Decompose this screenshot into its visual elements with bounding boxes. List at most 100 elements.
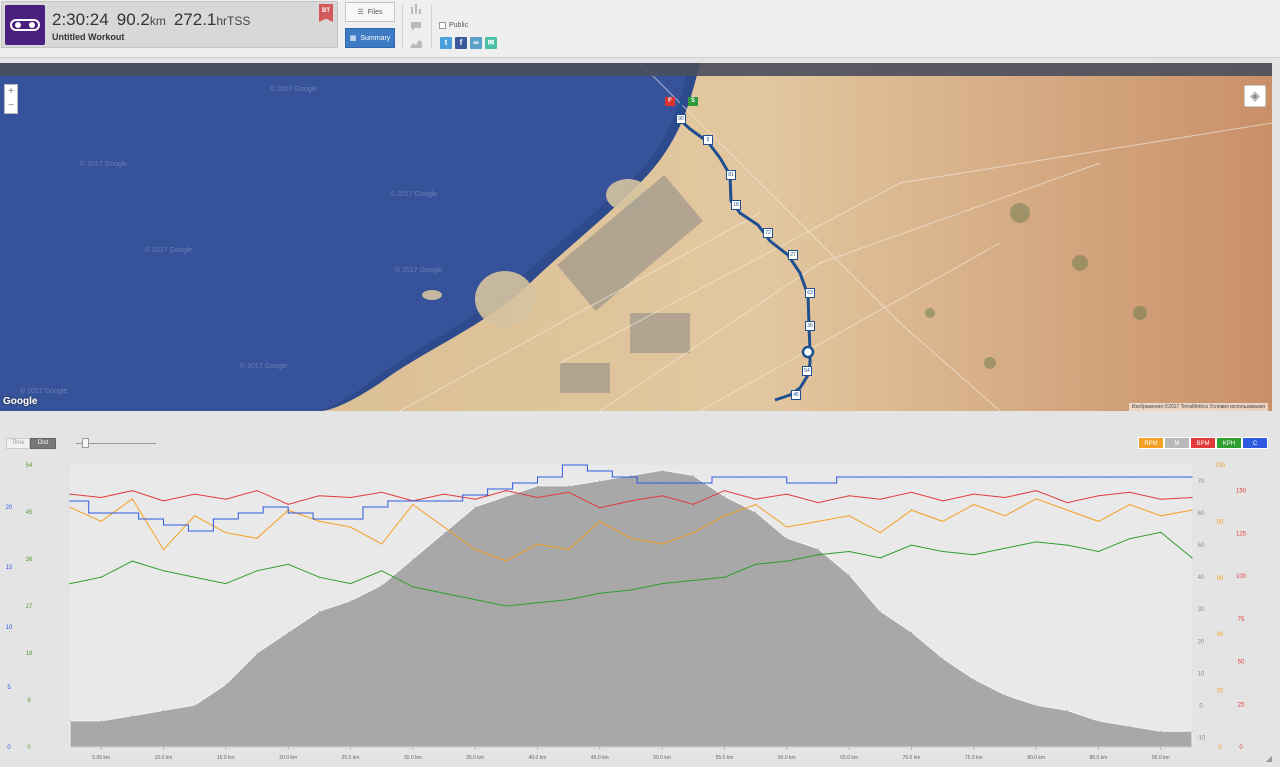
files-button[interactable]: ☰ Files	[345, 2, 395, 22]
data-point-c	[736, 476, 738, 478]
data-point-c	[861, 476, 863, 478]
x-tick-label: 15.0 km	[217, 755, 235, 761]
x-tick-label: 90.0 km	[1152, 755, 1170, 761]
y-tick-label-elevation: 18	[26, 651, 33, 657]
data-point-rpm	[536, 543, 539, 545]
data-point-c	[1110, 476, 1112, 478]
data-point-kph	[318, 576, 320, 578]
y-tick-label-kph: -10	[1197, 735, 1206, 741]
legend-c[interactable]: C	[1242, 437, 1268, 449]
comment-icon[interactable]	[410, 21, 422, 31]
data-point-m	[879, 610, 881, 612]
data-point-bpm	[100, 496, 102, 499]
data-point-c	[88, 512, 90, 514]
data-point-kph	[1191, 557, 1193, 559]
y-tick-label-bpm: 50	[1238, 660, 1245, 666]
data-point-kph	[225, 583, 227, 585]
data-point-rpm	[661, 543, 663, 545]
data-point-bpm	[443, 493, 445, 495]
data-point-rpm	[1129, 503, 1131, 506]
data-point-rpm	[1004, 515, 1006, 517]
public-toggle[interactable]: Public	[439, 22, 468, 29]
km-marker[interactable]: 27	[788, 250, 798, 260]
data-point-bpm	[1035, 490, 1037, 492]
public-checkbox[interactable]	[439, 22, 446, 29]
data-point-kph	[381, 570, 383, 572]
km-marker[interactable]: 45	[791, 390, 801, 400]
zoom-in-icon[interactable]: +	[5, 85, 17, 99]
chart-plot[interactable]: 5.00 km 10.0 km 15.0 km 20.0 km 25.0 km 30.0 …	[0, 455, 1280, 767]
y-tick-label-bpm: 100	[1236, 574, 1247, 580]
data-point-kph	[443, 592, 445, 594]
km-marker[interactable]: 54	[802, 366, 812, 376]
data-point-m	[1097, 720, 1100, 722]
map-attribution[interactable]: Изображения ©2017 TerraMetrics Условия и…	[1128, 403, 1268, 411]
km-marker[interactable]: 36	[805, 321, 815, 331]
data-point-kph	[1066, 544, 1068, 546]
twitter-icon[interactable]: t	[440, 37, 452, 49]
data-point-kph	[630, 589, 632, 591]
resize-grip-icon[interactable]: ◢	[1266, 754, 1272, 763]
data-point-kph	[1004, 547, 1006, 549]
data-point-rpm	[723, 515, 726, 517]
km-marker[interactable]: 72	[763, 228, 773, 238]
link-icon[interactable]: ∞	[470, 37, 482, 49]
y-tick-label-rpm: 20	[1217, 689, 1224, 695]
legend-rpm[interactable]: RPM	[1138, 437, 1164, 449]
stat-unit: km	[149, 14, 166, 28]
data-point-bpm	[1160, 498, 1162, 500]
data-point-m	[131, 715, 133, 717]
data-point-c	[1060, 476, 1062, 478]
data-point-rpm	[318, 520, 320, 522]
layers-icon[interactable]: ◈	[1244, 85, 1266, 107]
data-point-m	[973, 678, 975, 680]
data-point-c	[487, 488, 489, 490]
facebook-icon[interactable]: f	[455, 37, 467, 49]
data-point-bpm	[817, 502, 819, 504]
data-point-kph	[661, 583, 663, 585]
data-point-kph	[1160, 531, 1162, 533]
finish-marker[interactable]: F	[665, 97, 675, 106]
data-point-c	[1085, 476, 1087, 478]
y-tick-label-elevation: 36	[26, 557, 33, 563]
y-tick-label-elevation: 0	[27, 745, 31, 751]
legend-kph[interactable]: KPH	[1216, 437, 1242, 449]
data-point-m	[412, 558, 414, 560]
workout-name[interactable]: Untitled Workout	[52, 32, 124, 42]
data-point-c	[886, 476, 888, 478]
legend-bpm[interactable]: BPM	[1190, 437, 1216, 449]
legend-m[interactable]: M	[1164, 437, 1190, 449]
km-marker[interactable]: 81	[726, 170, 736, 180]
stat-2: 272.1hrTSS	[174, 10, 251, 30]
data-point-m	[692, 474, 694, 476]
chart-zoom-slider-handle[interactable]	[82, 438, 89, 448]
route-map[interactable]: © 2017 Google © 2017 Google © 2017 Googl…	[0, 63, 1272, 411]
km-marker[interactable]: 63	[805, 288, 815, 298]
bar-chart-icon[interactable]	[410, 4, 422, 14]
km-marker[interactable]: 90	[676, 114, 686, 124]
y-tick-label-rpm: 40	[1217, 632, 1224, 638]
stat-value: 272.1	[173, 10, 217, 29]
km-marker[interactable]: 18	[731, 200, 741, 210]
x-tick-label: 55.0 km	[716, 755, 734, 761]
summary-button[interactable]: ▦ Summary	[345, 28, 395, 48]
data-point-c	[237, 512, 239, 514]
map-zoom-control[interactable]: + −	[4, 84, 18, 114]
y-tick-label-kph: 10	[1198, 671, 1205, 677]
area-chart-icon[interactable]	[410, 38, 422, 48]
data-point-bpm	[162, 500, 165, 502]
tab-dist[interactable]: Dist	[30, 438, 56, 449]
email-icon[interactable]: ✉	[485, 37, 497, 49]
km-marker[interactable]: 9	[703, 135, 713, 145]
data-point-bpm	[381, 491, 383, 493]
data-point-c	[910, 476, 913, 478]
x-tick-label: 30.0 km	[404, 755, 422, 761]
zoom-out-icon[interactable]: −	[5, 99, 17, 113]
x-tick-label: 45.0 km	[591, 755, 609, 761]
tab-time[interactable]: Time	[6, 438, 30, 449]
data-point-c	[1035, 476, 1037, 478]
data-point-m	[474, 506, 476, 508]
start-marker[interactable]: S	[688, 97, 698, 106]
data-point-kph	[973, 554, 975, 556]
data-point-bpm	[69, 493, 71, 495]
